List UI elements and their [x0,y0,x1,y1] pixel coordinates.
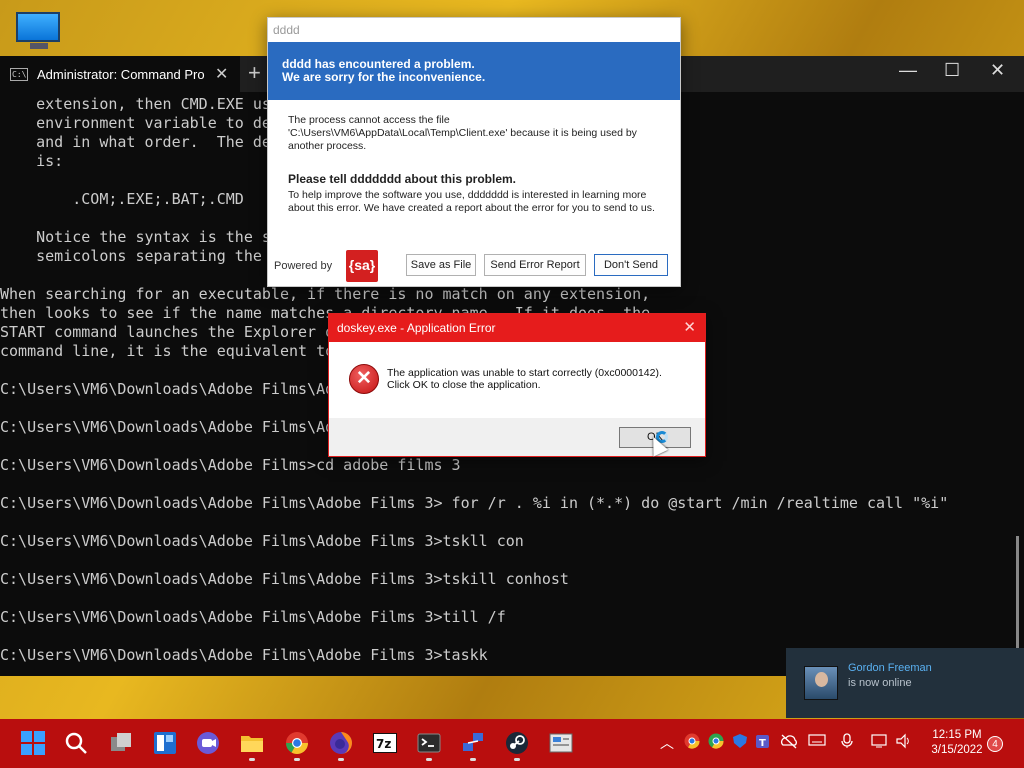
dialog-title: dddd [273,23,300,37]
svg-text:7z: 7z [376,737,391,751]
svg-text:T: T [759,738,766,749]
terminal-line: C:\Users\VM6\Downloads\Adobe Films>cd ad… [0,456,461,474]
7zip-icon[interactable]: 7z [373,731,397,755]
powered-by-label: Powered by [274,260,333,272]
tab-close-icon[interactable]: ✕ [215,64,228,84]
ask-text: To help improve the software you use, dd… [288,189,655,214]
terminal-line: C:\Users\VM6\Downloads\Adobe Films\Adobe… [0,570,569,588]
taskbar: 7z ︿ T 12:15 PM 3/15/2022 4 [0,719,1024,768]
app-error-title-text: doskey.exe - Application Error [337,321,496,335]
friend-name: Gordon Freeman [848,662,932,674]
notification-count-badge[interactable]: 4 [987,736,1003,752]
dialog-header: dddd has encountered a problem. We are s… [268,42,680,100]
network-icon[interactable] [871,733,889,752]
terminal-line: C:\Users\VM6\Downloads\Adobe Films\Adobe… [0,494,949,512]
terminal-line: C:\Users\VM6\Downloads\Adobe Films\Adobe… [0,532,524,550]
clock-time: 12:15 PM [932,729,982,741]
tab-title: Administrator: Command Prompt [37,66,205,82]
friend-online-notification[interactable]: Gordon Freeman is now online [786,648,1024,718]
ask-title: Please tell ddddddd about this problem. [288,172,517,186]
app-error-line-2: Click OK to close the application. [387,379,541,391]
app-error-content: ✕ The application was unable to start co… [329,342,705,418]
show-hidden-icons-chevron-icon[interactable]: ︿ [660,733,674,753]
terminal-icon[interactable] [417,731,441,761]
network-tool-icon[interactable] [461,731,485,761]
save-as-file-button[interactable]: Save as File [406,254,476,276]
cmd-icon: C:\ [10,67,28,81]
avatar [804,666,838,700]
error-message: The process cannot access the file 'C:\U… [288,114,637,152]
tray-teams-icon[interactable]: T [756,733,772,752]
app-window-icon[interactable] [549,731,573,755]
send-error-report-button[interactable]: Send Error Report [484,254,586,276]
widgets-icon[interactable] [153,731,177,755]
teams-chat-icon[interactable] [196,731,220,755]
firefox-icon[interactable] [329,731,353,761]
app-error-message: The application was unable to start corr… [387,367,662,391]
onedrive-offline-icon[interactable] [780,733,798,752]
dont-send-button[interactable]: Don't Send [594,254,668,276]
friend-status: is now online [848,677,912,689]
app-error-line-1: The application was unable to start corr… [387,367,662,379]
keyboard-icon[interactable] [808,733,826,750]
chrome-icon[interactable] [285,731,309,761]
maximize-button[interactable]: ☐ [944,60,960,81]
new-tab-button[interactable]: + [248,60,261,86]
dialog-body: The process cannot access the file 'C:\U… [268,100,680,215]
error-x-icon: ✕ [349,364,379,394]
task-view-icon[interactable] [109,731,133,755]
sa-logo: {sa} [346,250,378,282]
microphone-icon[interactable] [840,733,854,752]
search-icon[interactable] [64,731,88,755]
terminal-line: When searching for an executable, if the… [0,285,651,303]
volume-icon[interactable] [895,733,913,752]
file-explorer-icon[interactable] [240,731,264,761]
app-error-title: doskey.exe - Application Error ✕ [329,314,705,342]
app-error-close-icon[interactable]: ✕ [683,318,696,336]
terminal-tab[interactable]: C:\ Administrator: Command Prompt ✕ [0,56,240,92]
start-windows-icon[interactable] [21,731,45,755]
minimize-button[interactable]: — [899,60,917,81]
header-line-2: We are sorry for the inconvenience. [282,70,486,84]
this-pc-desktop-icon[interactable] [16,12,62,52]
dialog-footer: Powered by {sa} Save as File Send Error … [274,250,668,282]
tray-chrome-2-icon[interactable] [708,733,724,752]
error-report-dialog: dddd dddd has encountered a problem. We … [267,17,681,287]
tray-shield-icon[interactable] [732,733,748,752]
close-button[interactable]: ✕ [990,60,1005,81]
clock-date: 3/15/2022 [931,744,983,756]
terminal-line: C:\Users\VM6\Downloads\Adobe Films\Adobe… [0,608,506,626]
steam-icon[interactable] [505,731,529,761]
tray-chrome-icon[interactable] [684,733,700,752]
taskbar-clock[interactable]: 12:15 PM 3/15/2022 [921,728,993,758]
